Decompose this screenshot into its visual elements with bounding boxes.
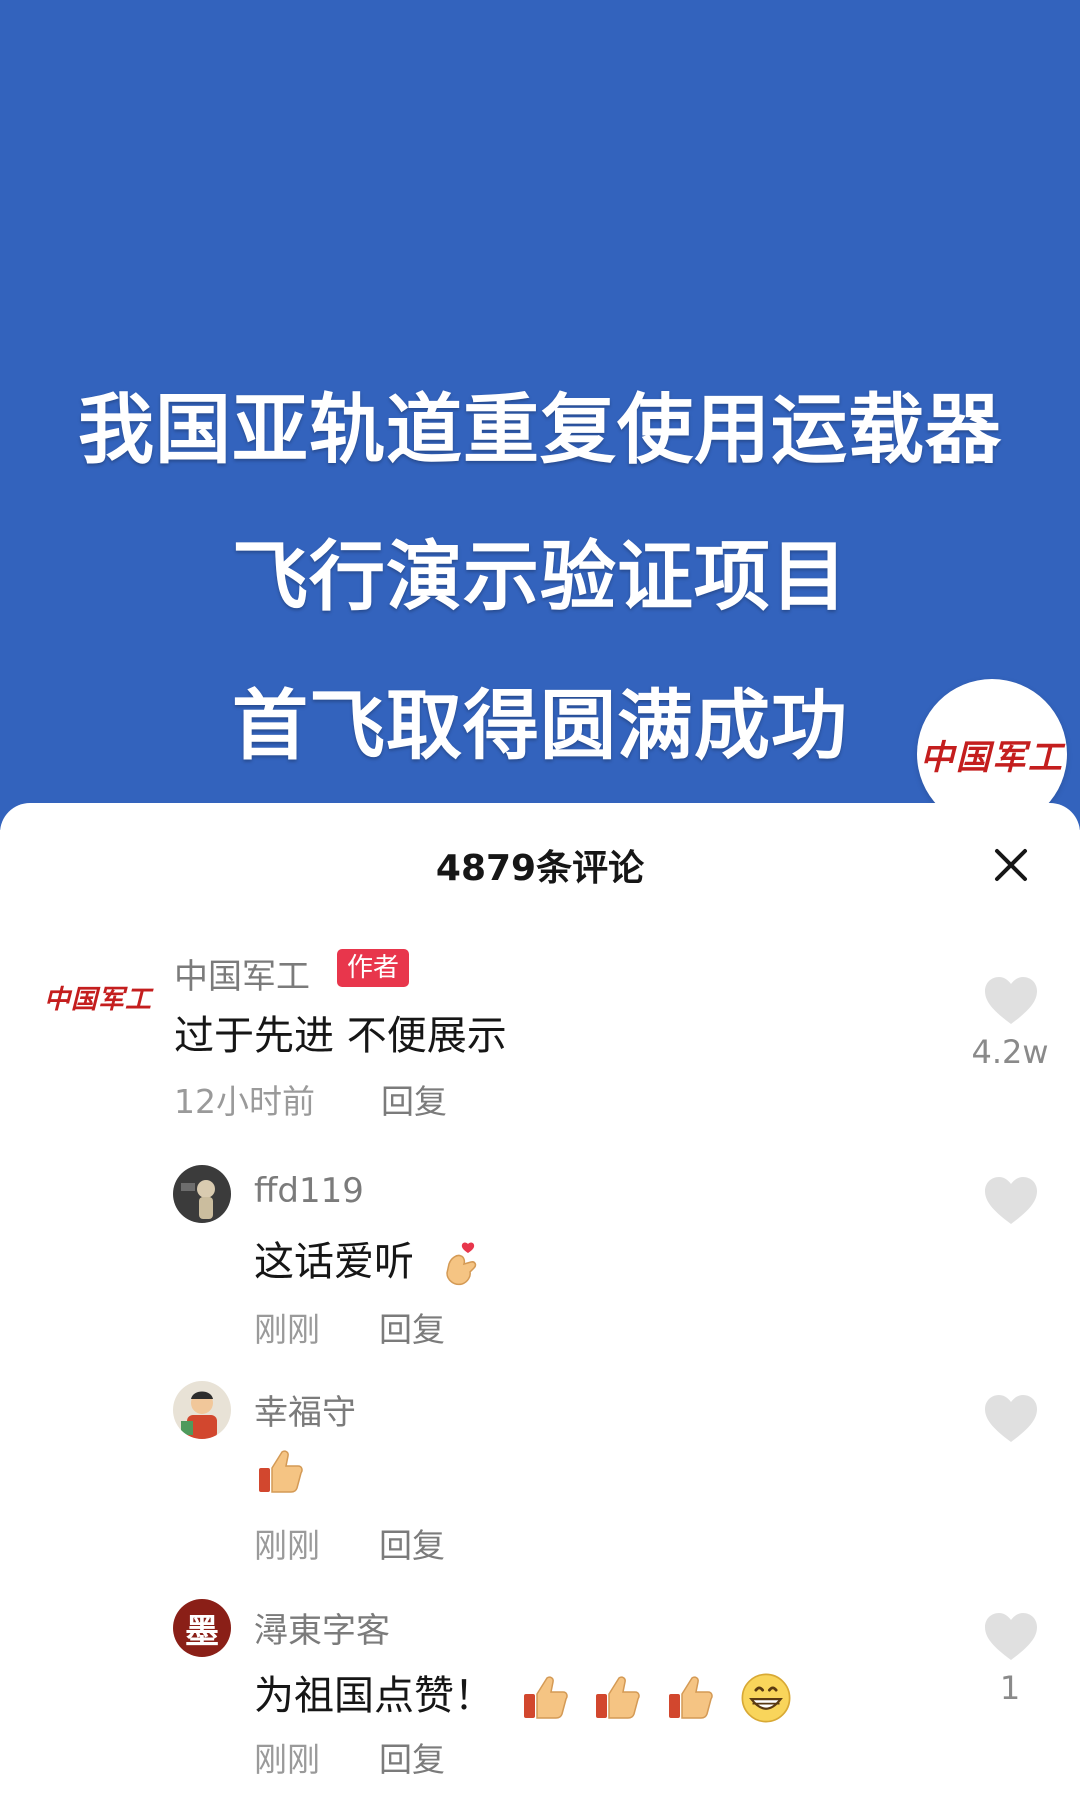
headline-line-1: 我国亚轨道重复使用运载器 xyxy=(78,385,1002,474)
comment-text: 过于先进 不便展示 xyxy=(174,1013,507,1059)
avatar-logo-text: 中国军工 xyxy=(44,984,153,1015)
page: 我国亚轨道重复使用运载器 飞行演示验证项目 首飞取得圆满成功 中国军工 4879… xyxy=(0,0,1080,1802)
close-icon[interactable] xyxy=(985,839,1037,891)
grinning-face-emoji xyxy=(741,1673,791,1723)
comment-text: 这话爱听 xyxy=(254,1229,485,1288)
author-badge: 作者 xyxy=(337,949,410,987)
comment-text-content: 为祖国点赞！ xyxy=(254,1673,494,1719)
like-button[interactable] xyxy=(982,1393,1040,1445)
headline-line-2: 飞行演示验证项目 xyxy=(232,532,848,621)
like-count: 4.2w xyxy=(971,1033,1049,1071)
thumbs-up-emoji xyxy=(669,1676,713,1719)
comment-time: 12小时前 xyxy=(174,1082,315,1121)
reply-button[interactable]: 回复 xyxy=(379,1519,445,1567)
comment-time: 刚刚 xyxy=(254,1310,320,1349)
heart-icon xyxy=(985,1395,1037,1442)
comment-username[interactable]: 中国军工 xyxy=(174,949,310,998)
comment-username[interactable]: 幸福守 xyxy=(254,1385,356,1434)
avatar-text: 墨 xyxy=(185,1611,219,1652)
heart-icon xyxy=(985,977,1037,1024)
comment-time: 刚刚 xyxy=(254,1740,320,1779)
comment-username[interactable]: ffd119 xyxy=(254,1171,364,1211)
video-banner[interactable]: 我国亚轨道重复使用运载器 飞行演示验证项目 首飞取得圆满成功 中国军工 xyxy=(0,0,1080,830)
avatar[interactable]: 墨 xyxy=(173,1599,231,1657)
like-button[interactable] xyxy=(982,975,1040,1027)
comment-item: 幸福守 刚刚 回复 xyxy=(0,1363,1080,1565)
comment-text xyxy=(256,1447,304,1496)
comments-count-title: 4879条评论 xyxy=(435,848,645,889)
reply-button[interactable]: 回复 xyxy=(379,1303,445,1351)
comment-text: 为祖国点赞！ xyxy=(254,1663,793,1725)
heart-icon xyxy=(985,1177,1037,1224)
channel-logo-text: 中国军工 xyxy=(920,737,1064,778)
comment-text-content: 这话爱听 xyxy=(254,1239,414,1285)
avatar[interactable]: 中国军工 xyxy=(44,967,152,1027)
thumbs-up-emoji xyxy=(259,1450,303,1493)
avatar[interactable] xyxy=(173,1381,231,1439)
comments-sheet: 4879条评论 中国军工 中国军工 作者 过于先进 不便展示 12小时前 回复 … xyxy=(0,803,1080,1802)
reply-button[interactable]: 回复 xyxy=(379,1733,445,1781)
comment-item: ffd119 这话爱听 刚刚 回复 xyxy=(0,1143,1080,1349)
like-count: 1 xyxy=(999,1669,1021,1707)
heart-icon xyxy=(985,1613,1037,1660)
like-button[interactable] xyxy=(982,1175,1040,1227)
thumbs-up-emoji xyxy=(523,1676,568,1719)
comment-time: 刚刚 xyxy=(254,1526,320,1565)
comment-item: 中国军工 中国军工 作者 过于先进 不便展示 12小时前 回复 4.2w xyxy=(0,923,1080,1123)
thumbs-up-emoji xyxy=(596,1676,641,1719)
reply-button[interactable]: 回复 xyxy=(381,1075,447,1123)
like-button[interactable] xyxy=(982,1611,1040,1663)
comment-item: 墨 潯東字客 为祖国点赞！ 刚刚 回复 1 xyxy=(0,1581,1080,1802)
finger-heart-emoji xyxy=(445,1242,476,1286)
avatar[interactable] xyxy=(173,1165,231,1223)
comment-username[interactable]: 潯東字客 xyxy=(254,1603,390,1652)
